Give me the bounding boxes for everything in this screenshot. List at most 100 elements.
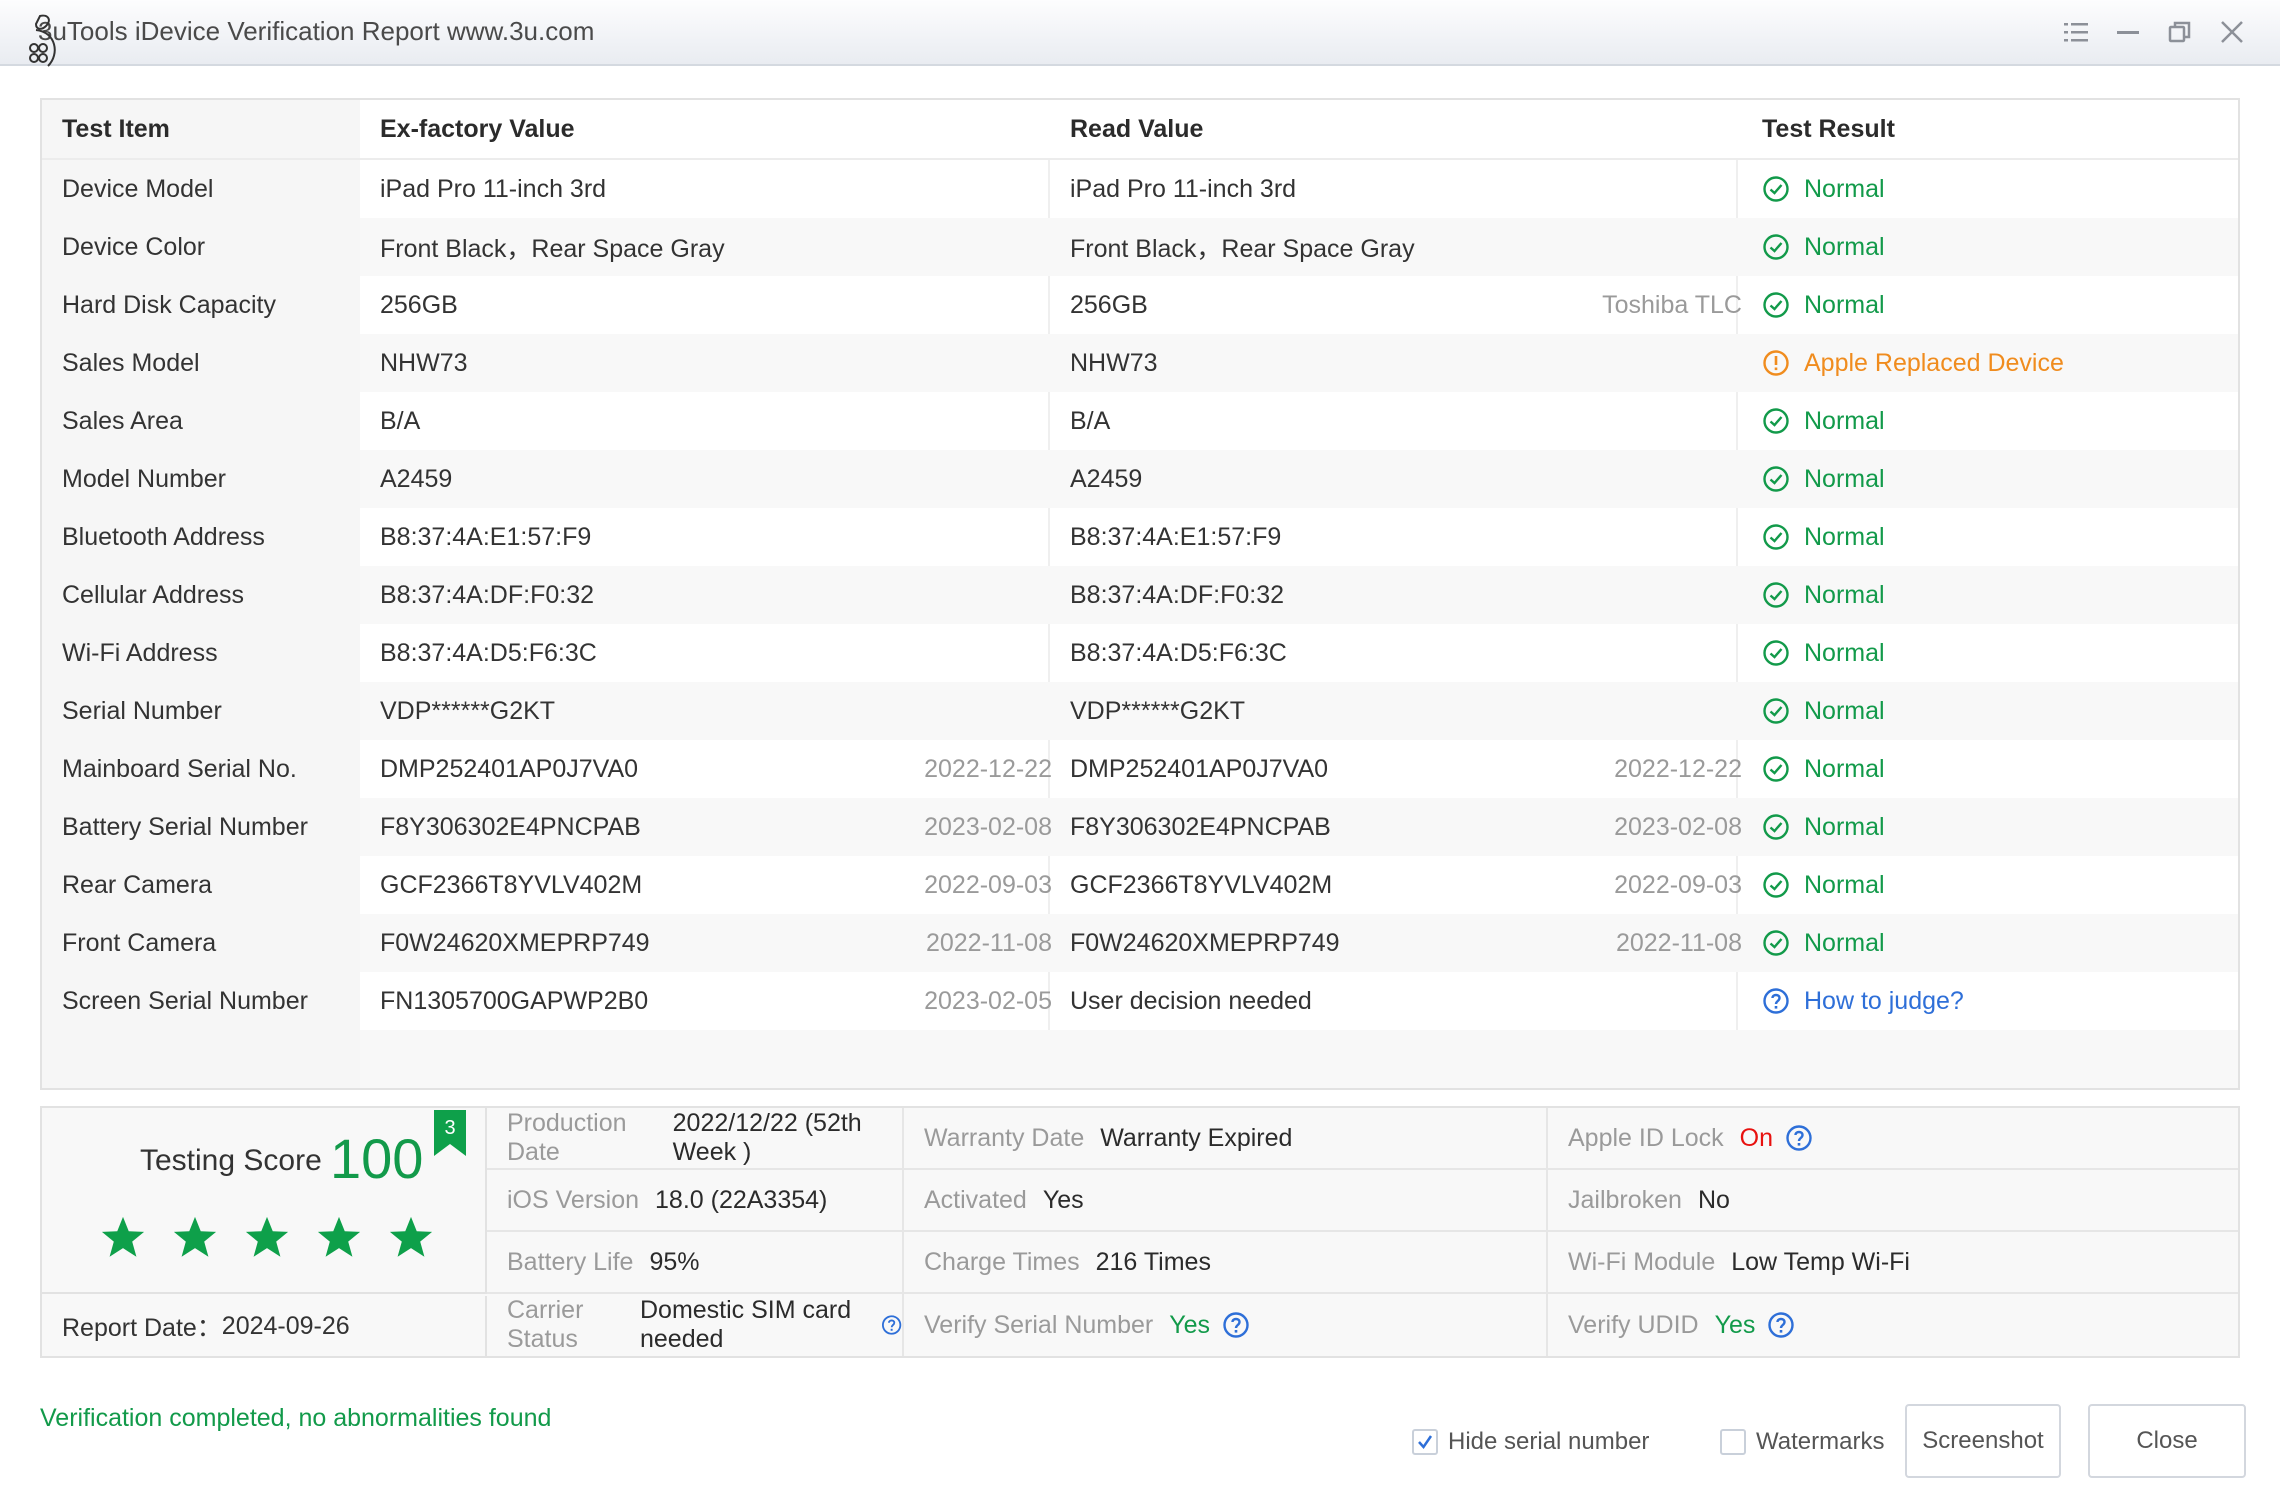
- testing-score-box: Testing Score 100 3: [42, 1108, 487, 1294]
- info-value: Low Temp Wi-Fi: [1731, 1247, 1910, 1276]
- minimize-icon: [2117, 31, 2139, 34]
- header-test-result: Test Result: [1762, 114, 1895, 143]
- info-label: Jailbroken: [1568, 1185, 1682, 1214]
- info-value: Warranty Expired: [1100, 1123, 1293, 1152]
- help-circle-icon[interactable]: [1222, 1311, 1250, 1339]
- test-result-text: Normal: [1804, 580, 1885, 609]
- help-circle-icon[interactable]: [1767, 1311, 1795, 1339]
- check-circle-icon: [1763, 466, 1789, 492]
- ex-factory-date: 2023-02-08: [924, 812, 1052, 841]
- testing-score-label: Testing Score: [140, 1144, 322, 1177]
- table-row: Mainboard Serial No. DMP252401AP0J7VA0 202…: [42, 740, 2238, 798]
- svg-text:3: 3: [444, 1117, 455, 1139]
- check-circle-icon: [1763, 524, 1789, 550]
- test-result-text: Normal: [1804, 464, 1885, 493]
- info-carrier-status: Carrier Status Domestic SIM card needed: [487, 1294, 904, 1356]
- ex-factory-value: iPad Pro 11-inch 3rd: [380, 174, 607, 203]
- info-battery-life: Battery Life 95%: [487, 1232, 904, 1294]
- check-circle-icon: [1763, 408, 1789, 434]
- test-result-text: Normal: [1804, 290, 1885, 319]
- minimize-button[interactable]: [2114, 18, 2142, 46]
- test-item-name: Serial Number: [62, 696, 222, 725]
- test-item-name: Device Color: [62, 232, 206, 261]
- test-item-name: Hard Disk Capacity: [62, 290, 276, 319]
- info-value: Yes: [1042, 1185, 1084, 1214]
- report-date-label: Report Date：: [62, 1314, 222, 1342]
- read-value-extra: Toshiba TLC: [1602, 290, 1742, 319]
- testing-score-value: 100: [330, 1127, 424, 1190]
- test-item-name: Model Number: [62, 464, 226, 493]
- star-filled-icon: [101, 1216, 145, 1257]
- help-circle-icon[interactable]: [881, 1311, 902, 1339]
- test-item-name: Rear Camera: [62, 870, 213, 899]
- table-row: Device Model iPad Pro 11-inch 3rd iPad Pro…: [42, 160, 2238, 218]
- test-result: Normal: [1762, 798, 2232, 856]
- test-item-name: Battery Serial Number: [62, 812, 308, 841]
- info-label: Wi-Fi Module: [1568, 1247, 1716, 1276]
- warning-circle-icon: [1763, 350, 1789, 376]
- ex-factory-value: VDP******G2KT: [380, 696, 556, 725]
- screenshot-button[interactable]: Screenshot: [1905, 1404, 2061, 1478]
- test-result: Normal: [1762, 682, 2232, 740]
- ex-factory-value: NHW73: [380, 348, 468, 377]
- test-result: Normal: [1762, 914, 2232, 972]
- info-apple-id-lock: Apple ID Lock On: [1548, 1108, 2238, 1170]
- ex-factory-value: A2459: [380, 464, 453, 493]
- test-result-text: Normal: [1804, 870, 1885, 899]
- table-row: Sales Model NHW73 NHW73 Apple Replaced Devi…: [42, 334, 2238, 392]
- test-result: Normal: [1762, 624, 2232, 682]
- star-filled-icon: [173, 1216, 217, 1257]
- ex-factory-value: B8:37:4A:D5:F6:3C: [380, 638, 597, 667]
- watermarks-checkbox[interactable]: Watermarks: [1720, 1428, 1884, 1456]
- info-label: Activated: [924, 1185, 1027, 1214]
- test-item-name: Sales Model: [62, 348, 200, 377]
- rating-stars: [100, 1214, 434, 1260]
- report-date: Report Date： 2024-09-26: [42, 1296, 487, 1356]
- test-result: Normal: [1762, 566, 2232, 624]
- info-label: Charge Times: [924, 1247, 1080, 1276]
- ex-factory-value: Front Black，Rear Space Gray: [380, 235, 725, 263]
- ex-factory-date: 2022-09-03: [924, 870, 1052, 899]
- test-result-text: Normal: [1804, 638, 1885, 667]
- test-result-text: Normal: [1804, 812, 1885, 841]
- info-wi-fi-module: Wi-Fi Module Low Temp Wi-Fi: [1548, 1232, 2238, 1294]
- check-circle-icon: [1763, 930, 1789, 956]
- close-window-button[interactable]: [2218, 18, 2246, 46]
- table-row: Model Number A2459 A2459 Normal: [42, 450, 2238, 508]
- hide-serial-checkbox[interactable]: Hide serial number: [1412, 1428, 1649, 1456]
- close-button[interactable]: Close: [2088, 1404, 2246, 1478]
- info-verify-udid: Verify UDID Yes: [1548, 1294, 2238, 1356]
- info-value: 95%: [649, 1247, 700, 1276]
- 3utools-ribbon-icon: 3: [434, 1110, 466, 1156]
- test-item-name: Device Model: [62, 174, 214, 203]
- read-value: B8:37:4A:E1:57:F9: [1070, 522, 1282, 551]
- checkbox-box[interactable]: [1720, 1429, 1746, 1455]
- report-date-value: 2024-09-26: [221, 1311, 350, 1340]
- help-circle-icon[interactable]: [1785, 1124, 1813, 1152]
- header-test-item: Test Item: [62, 114, 170, 143]
- ex-factory-value: 256GB: [380, 290, 458, 319]
- info-jailbroken: Jailbroken No: [1548, 1170, 2238, 1232]
- restore-button[interactable]: [2166, 18, 2194, 46]
- app-logo-icon: [29, 14, 56, 67]
- close-icon: [2221, 21, 2243, 43]
- row-shade: [42, 1030, 360, 1088]
- ex-factory-value: B8:37:4A:DF:F0:32: [380, 580, 595, 609]
- test-result-text: Normal: [1804, 696, 1885, 725]
- table-row: Battery Serial Number F8Y306302E4PNCPAB 20…: [42, 798, 2238, 856]
- info-value: 18.0 (22A3354): [655, 1185, 828, 1214]
- check-circle-icon: [1763, 814, 1789, 840]
- how-to-judge-link[interactable]: How to judge?: [1762, 972, 2232, 1030]
- read-value: B/A: [1070, 406, 1111, 435]
- read-value: Front Black，Rear Space Gray: [1070, 235, 1415, 263]
- info-value: Yes: [1169, 1310, 1211, 1339]
- read-value: User decision needed: [1070, 986, 1312, 1015]
- table-row: Serial Number VDP******G2KT VDP******G2KT N…: [42, 682, 2238, 740]
- checkbox-box[interactable]: [1412, 1429, 1438, 1455]
- test-result-text: Normal: [1804, 754, 1885, 783]
- menu-button[interactable]: [2062, 18, 2090, 46]
- check-circle-icon: [1763, 582, 1789, 608]
- check-circle-icon: [1763, 292, 1789, 318]
- check-circle-icon: [1763, 176, 1789, 202]
- window-title: 3uTools iDevice Verification Report www.…: [38, 16, 595, 46]
